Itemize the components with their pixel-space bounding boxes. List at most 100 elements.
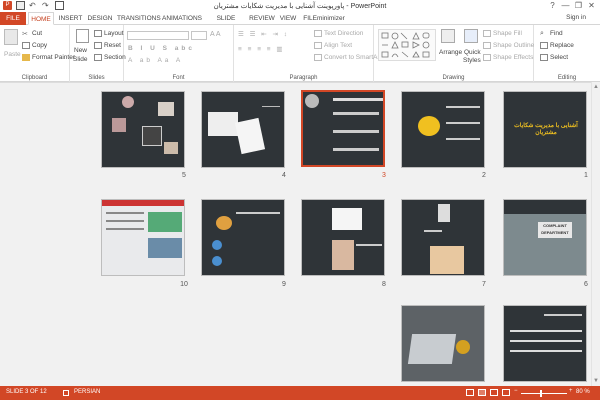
- tab-view[interactable]: VIEW: [279, 12, 297, 25]
- slide-7-text-line: [424, 230, 442, 232]
- tab-slide-show[interactable]: SLIDE SHOW: [207, 12, 245, 35]
- vertical-scrollbar[interactable]: ▲ ▼: [591, 82, 600, 386]
- reading-view-icon[interactable]: [490, 389, 498, 396]
- tab-insert[interactable]: INSERT: [57, 12, 84, 25]
- language-indicator[interactable]: PERSIAN: [74, 389, 100, 395]
- copy-icon: [22, 42, 30, 49]
- format-painter-button[interactable]: Format Painter: [22, 54, 75, 61]
- quick-styles-button-line2[interactable]: Styles: [463, 57, 481, 64]
- shapes-gallery[interactable]: [378, 29, 436, 61]
- align-text-button[interactable]: Align Text: [314, 42, 352, 49]
- slide-7-thumbnail[interactable]: [401, 199, 485, 276]
- zoom-slider[interactable]: [521, 393, 567, 394]
- tab-review[interactable]: REVIEW: [249, 12, 275, 25]
- slide-6-sign: COMPLAINT DEPARTMENT: [538, 222, 572, 238]
- slide-12-laptop-image: [407, 334, 457, 364]
- zoom-out-button[interactable]: −: [514, 388, 518, 394]
- paste-icon[interactable]: [4, 29, 18, 45]
- zoom-slider-thumb[interactable]: [540, 390, 542, 397]
- layout-icon: [94, 30, 102, 37]
- arrange-button[interactable]: Arrange: [439, 49, 462, 56]
- convert-smartart-button[interactable]: Convert to SmartArt: [314, 54, 381, 61]
- slide-2-thumbnail[interactable]: [401, 91, 485, 168]
- zoom-level[interactable]: 80 %: [576, 389, 590, 395]
- slide-10-thumbnail[interactable]: [101, 199, 185, 276]
- find-button[interactable]: ⌕ Find: [540, 30, 563, 37]
- slide-3-thumbnail[interactable]: [301, 90, 385, 167]
- slide-4-thumbnail[interactable]: [201, 91, 285, 168]
- slide-11-text-line: [544, 314, 582, 316]
- pen-icon: [483, 42, 491, 49]
- scroll-down-icon[interactable]: ▼: [593, 378, 599, 384]
- select-icon: [540, 54, 548, 61]
- close-button[interactable]: ✕: [585, 0, 598, 11]
- slide-sorter-view-icon[interactable]: [478, 389, 486, 396]
- font-color-buttons[interactable]: A ab Aa A: [128, 57, 183, 64]
- new-slide-button[interactable]: New: [74, 47, 87, 54]
- text-direction-button[interactable]: Text Direction: [314, 30, 363, 37]
- shape-outline-button[interactable]: Shape Outline: [483, 42, 534, 49]
- effects-icon: [483, 54, 491, 61]
- tab-home[interactable]: HOME: [28, 12, 54, 25]
- spellcheck-icon[interactable]: [63, 390, 69, 396]
- slide-10-number: 10: [180, 281, 188, 288]
- slide-6-sign-line2: DEPARTMENT: [541, 230, 569, 235]
- shape-effects-button[interactable]: Shape Effects: [483, 54, 533, 61]
- sign-in-link[interactable]: Sign in: [566, 14, 586, 21]
- brush-icon: [22, 54, 30, 61]
- slide-12-logo: [456, 340, 470, 354]
- align-buttons[interactable]: ≡ ≡ ≡ ≡ ▥: [238, 45, 285, 53]
- select-button[interactable]: Select: [540, 54, 568, 61]
- tab-file[interactable]: FILE: [0, 12, 26, 25]
- quick-styles-icon[interactable]: [464, 29, 478, 43]
- slide-3-number: 3: [382, 172, 386, 179]
- scroll-up-icon[interactable]: ▲: [593, 84, 599, 90]
- slide-6-thumbnail[interactable]: COMPLAINT DEPARTMENT: [503, 199, 587, 276]
- window-controls: ? — ❐ ✕: [546, 0, 598, 11]
- new-slide-button-line2[interactable]: Slide: [73, 56, 87, 63]
- slide-8-photo: [332, 240, 354, 270]
- font-name-input[interactable]: [127, 31, 189, 40]
- slide-3-text-line: [333, 148, 379, 151]
- tab-animations[interactable]: ANIMATIONS: [162, 12, 202, 25]
- shape-fill-button[interactable]: Shape Fill: [483, 30, 522, 37]
- slide-11-thumbnail[interactable]: [503, 305, 587, 382]
- tab-design[interactable]: DESIGN: [87, 12, 113, 25]
- restore-button[interactable]: ❐: [572, 0, 585, 11]
- slide-8-thumbnail[interactable]: [301, 199, 385, 276]
- window-title: پاورپوینت آشنایی با مدیریت شکایات مشتریا…: [213, 3, 387, 10]
- new-slide-icon[interactable]: [76, 29, 89, 43]
- help-button[interactable]: ?: [546, 0, 559, 11]
- zoom-in-button[interactable]: +: [569, 388, 573, 394]
- copy-button[interactable]: Copy: [22, 42, 47, 49]
- font-size-input[interactable]: [191, 31, 207, 40]
- tab-fileminimizer[interactable]: FILEminimizer: [300, 12, 348, 25]
- normal-view-icon[interactable]: [466, 389, 474, 396]
- quick-styles-button[interactable]: Quick: [464, 49, 481, 56]
- list-buttons[interactable]: ☰ ☰ ⇤ ⇥ ↕: [238, 30, 289, 38]
- slide-7-number: 7: [482, 281, 486, 288]
- reset-button[interactable]: Reset: [94, 42, 121, 49]
- layout-button[interactable]: Layout: [94, 30, 124, 37]
- slide-5-thumbnail[interactable]: [101, 91, 185, 168]
- paste-button[interactable]: Paste: [4, 51, 21, 58]
- slideshow-view-icon[interactable]: [502, 389, 510, 396]
- arrange-icon[interactable]: [441, 29, 455, 43]
- font-format-buttons[interactable]: B I U S abc: [128, 45, 195, 52]
- slide-12-thumbnail[interactable]: [401, 305, 485, 382]
- slide-9-number: 9: [282, 281, 286, 288]
- slide-3-text-line: [333, 130, 379, 133]
- paint-bucket-icon: [483, 30, 491, 37]
- minimize-button[interactable]: —: [559, 0, 572, 11]
- slide-9-thumbnail[interactable]: [201, 199, 285, 276]
- replace-button[interactable]: Replace: [540, 42, 574, 49]
- section-button[interactable]: Section: [94, 54, 126, 61]
- slide-5-text-box: [142, 126, 162, 146]
- slide-1-thumbnail[interactable]: آشنایی با مدیریت شکایات مشتریان: [503, 91, 587, 168]
- slide-5-photo: [164, 142, 178, 154]
- tab-transitions[interactable]: TRANSITIONS: [117, 12, 161, 25]
- slide-2-text-line: [446, 138, 480, 140]
- cut-button[interactable]: ✂ Cut: [22, 30, 42, 38]
- font-size-buttons[interactable]: A A: [210, 31, 221, 38]
- slide-8-number: 8: [382, 281, 386, 288]
